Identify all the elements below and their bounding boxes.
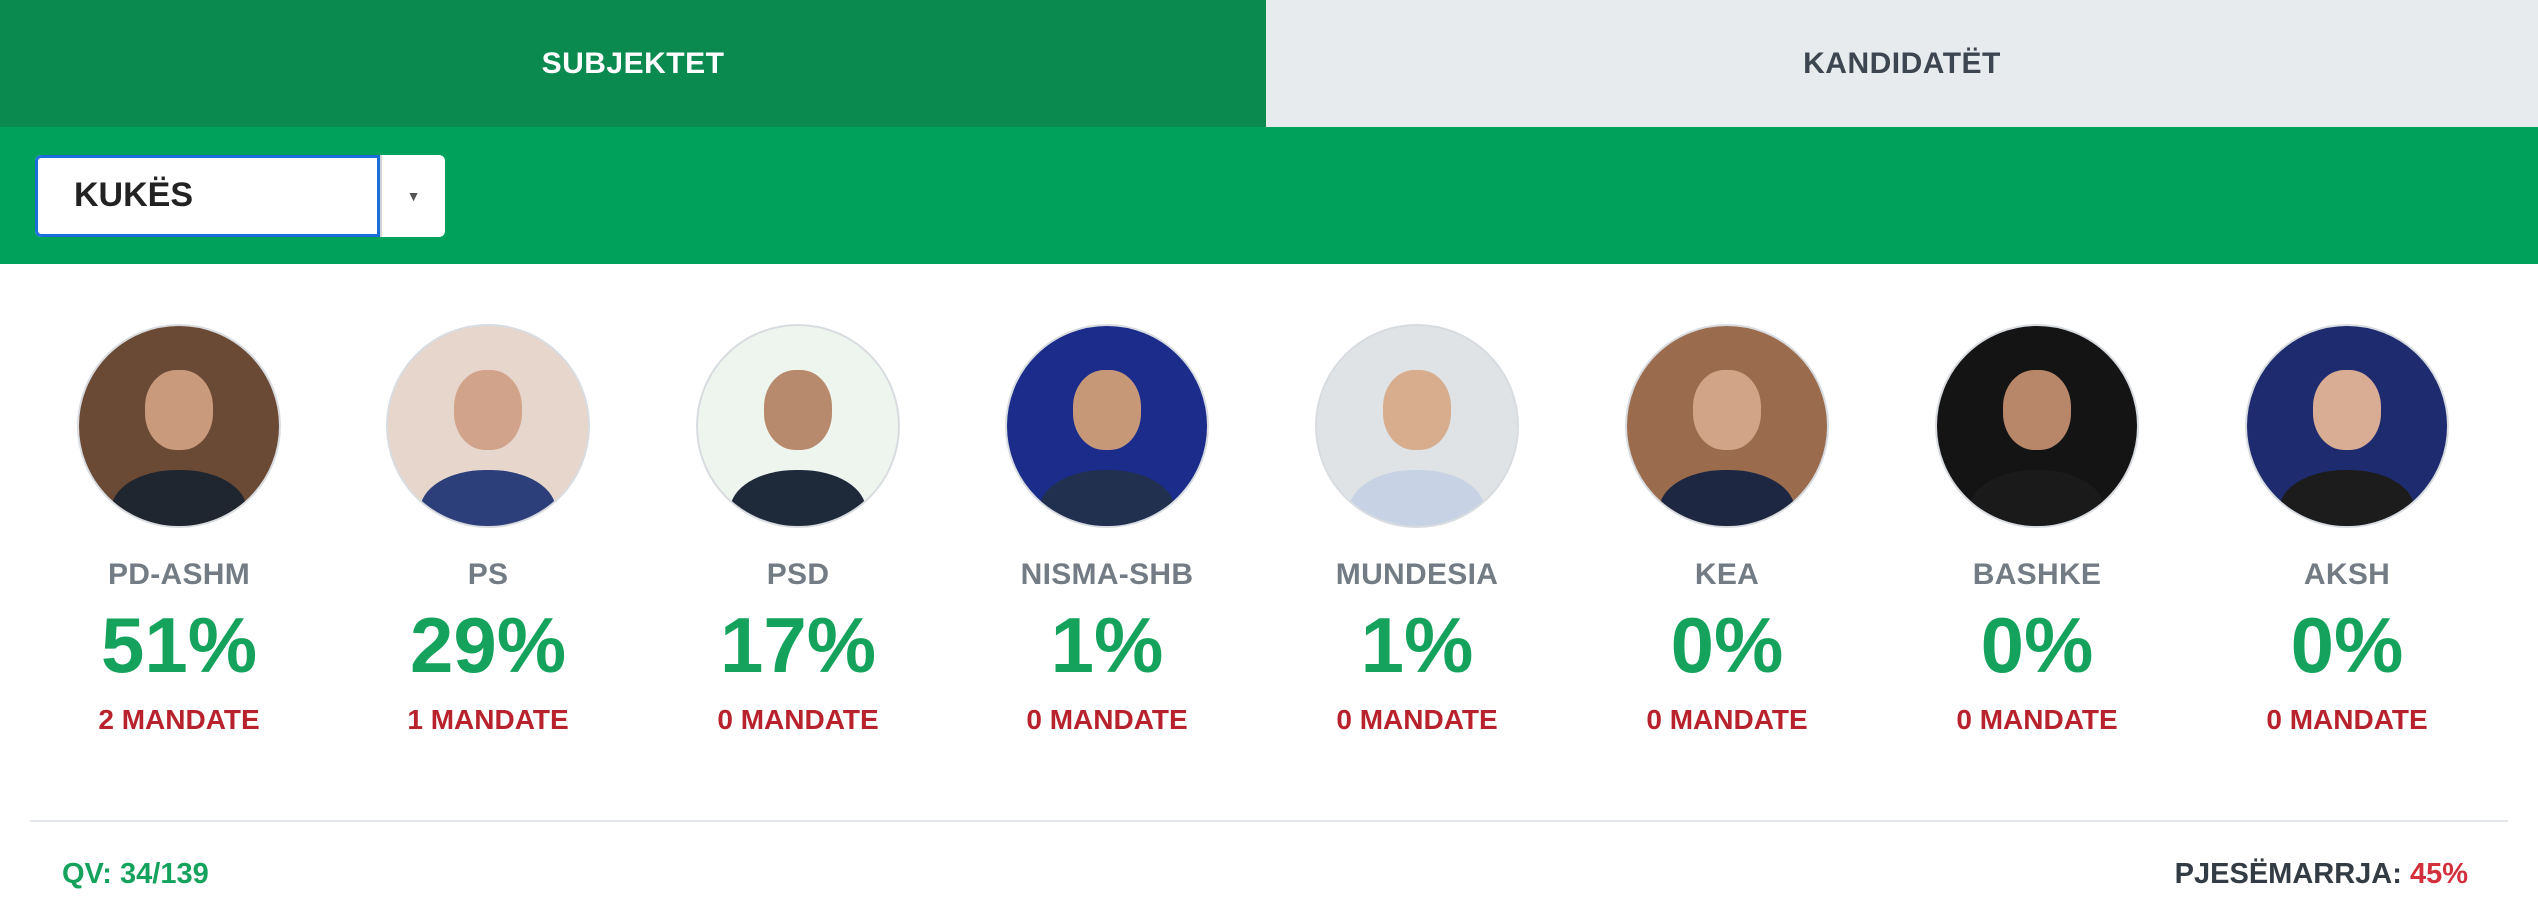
party-card-nisma-shb: NISMA-SHB 1% 0 MANDATE [957, 264, 1257, 736]
party-percent: 1% [1050, 601, 1164, 689]
party-card-ps: PS 29% 1 MANDATE [338, 264, 638, 736]
party-results: PD-ASHM 51% 2 MANDATE PS 29% 1 MANDATE P… [0, 264, 2538, 789]
party-percent: 51% [100, 601, 258, 689]
party-percent: 0% [1670, 601, 1784, 689]
party-name: MUNDESIA [1335, 558, 1499, 591]
district-select-value[interactable]: KUKËS [35, 154, 380, 237]
party-seats: 0 MANDATE [2266, 704, 2428, 735]
party-card-mundesia: MUNDESIA 1% 0 MANDATE [1267, 264, 1567, 736]
party-leader-avatar [77, 324, 281, 528]
party-percent: 0% [2290, 601, 2404, 689]
party-percent: 0% [1980, 601, 2094, 689]
party-name: PD-ASHM [107, 558, 251, 591]
party-leader-avatar [386, 324, 590, 528]
party-leader-avatar [2245, 324, 2449, 528]
party-leader-avatar [1625, 324, 1829, 528]
party-card-aksh: AKSH 0% 0 MANDATE [2197, 264, 2497, 736]
party-leader-avatar [1005, 324, 1209, 528]
divider [30, 820, 2508, 822]
party-seats: 1 MANDATE [407, 704, 569, 735]
party-name: PSD [766, 558, 830, 591]
party-seats: 0 MANDATE [1956, 704, 2118, 735]
party-leader-avatar [1935, 324, 2139, 528]
party-seats: 0 MANDATE [1336, 704, 1498, 735]
tab-bar: SUBJEKTET KANDIDATËT [0, 0, 2538, 127]
party-name: NISMA-SHB [1020, 558, 1194, 591]
party-card-pd-ashm: PD-ASHM 51% 2 MANDATE [29, 264, 329, 736]
party-seats: 0 MANDATE [717, 704, 879, 735]
party-percent: 29% [409, 601, 567, 689]
filter-bar: KUKËS ▼ [0, 127, 2538, 264]
district-select[interactable]: KUKËS ▼ [35, 154, 445, 237]
party-seats: 2 MANDATE [98, 704, 260, 735]
tab-subjects-label: SUBJEKTET [541, 46, 725, 80]
party-card-bashke: BASHKE 0% 0 MANDATE [1887, 264, 2187, 736]
party-name: BASHKE [1972, 558, 2102, 591]
party-seats: 0 MANDATE [1026, 704, 1188, 735]
party-percent: 17% [719, 601, 877, 689]
tab-candidates[interactable]: KANDIDATËT [1266, 0, 2538, 127]
party-leader-avatar [696, 324, 900, 528]
turnout-value: 45% [2409, 858, 2468, 890]
party-name: PS [467, 558, 509, 591]
turnout-label: PJESËMARRJA: [2174, 858, 2402, 890]
party-seats: 0 MANDATE [1646, 704, 1808, 735]
party-leader-avatar [1315, 324, 1519, 528]
party-name: AKSH [2303, 558, 2391, 591]
party-percent: 1% [1360, 601, 1474, 689]
polling-stations-count: QV: 34/139 [62, 858, 209, 890]
party-name: KEA [1694, 558, 1760, 591]
party-card-kea: KEA 0% 0 MANDATE [1577, 264, 1877, 736]
tab-subjects[interactable]: SUBJEKTET [0, 0, 1266, 127]
turnout: PJESËMARRJA: 45% [2175, 858, 2468, 891]
party-card-psd: PSD 17% 0 MANDATE [648, 264, 948, 736]
caret-down-icon[interactable]: ▼ [380, 154, 445, 237]
tab-candidates-label: KANDIDATËT [1803, 46, 2001, 80]
